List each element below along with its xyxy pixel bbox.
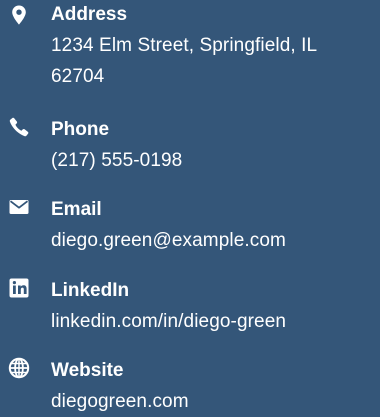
email-label: Email bbox=[51, 199, 102, 220]
email-value[interactable]: diego.green@example.com bbox=[51, 225, 374, 256]
contact-item-phone-text: Phone (217) 555-0198 bbox=[51, 118, 374, 176]
contact-item-website-text: Website diegogreen.com bbox=[51, 359, 374, 417]
website-value[interactable]: diegogreen.com bbox=[51, 386, 374, 417]
linkedin-icon bbox=[8, 277, 30, 299]
contact-item-email-text: Email diego.green@example.com bbox=[51, 198, 374, 256]
address-value: 1234 Elm Street, Springfield, IL 62704 bbox=[51, 35, 317, 87]
phone-label: Phone bbox=[51, 119, 110, 140]
phone-value[interactable]: (217) 555-0198 bbox=[51, 145, 374, 176]
map-marker-icon bbox=[8, 4, 30, 26]
envelope-icon bbox=[8, 196, 30, 218]
phone-icon bbox=[8, 116, 30, 138]
globe-icon bbox=[8, 357, 30, 379]
contact-item-linkedin-text: LinkedIn linkedin.com/in/diego-green bbox=[51, 279, 374, 337]
contact-info-list: Address 1234 Elm Street, Springfield, IL… bbox=[0, 0, 380, 417]
address-label: Address bbox=[51, 4, 128, 25]
linkedin-value[interactable]: linkedin.com/in/diego-green bbox=[51, 306, 374, 337]
linkedin-label: LinkedIn bbox=[51, 280, 130, 301]
contact-item-address-text: Address 1234 Elm Street, Springfield, IL… bbox=[51, 3, 374, 92]
website-label: Website bbox=[51, 360, 124, 381]
